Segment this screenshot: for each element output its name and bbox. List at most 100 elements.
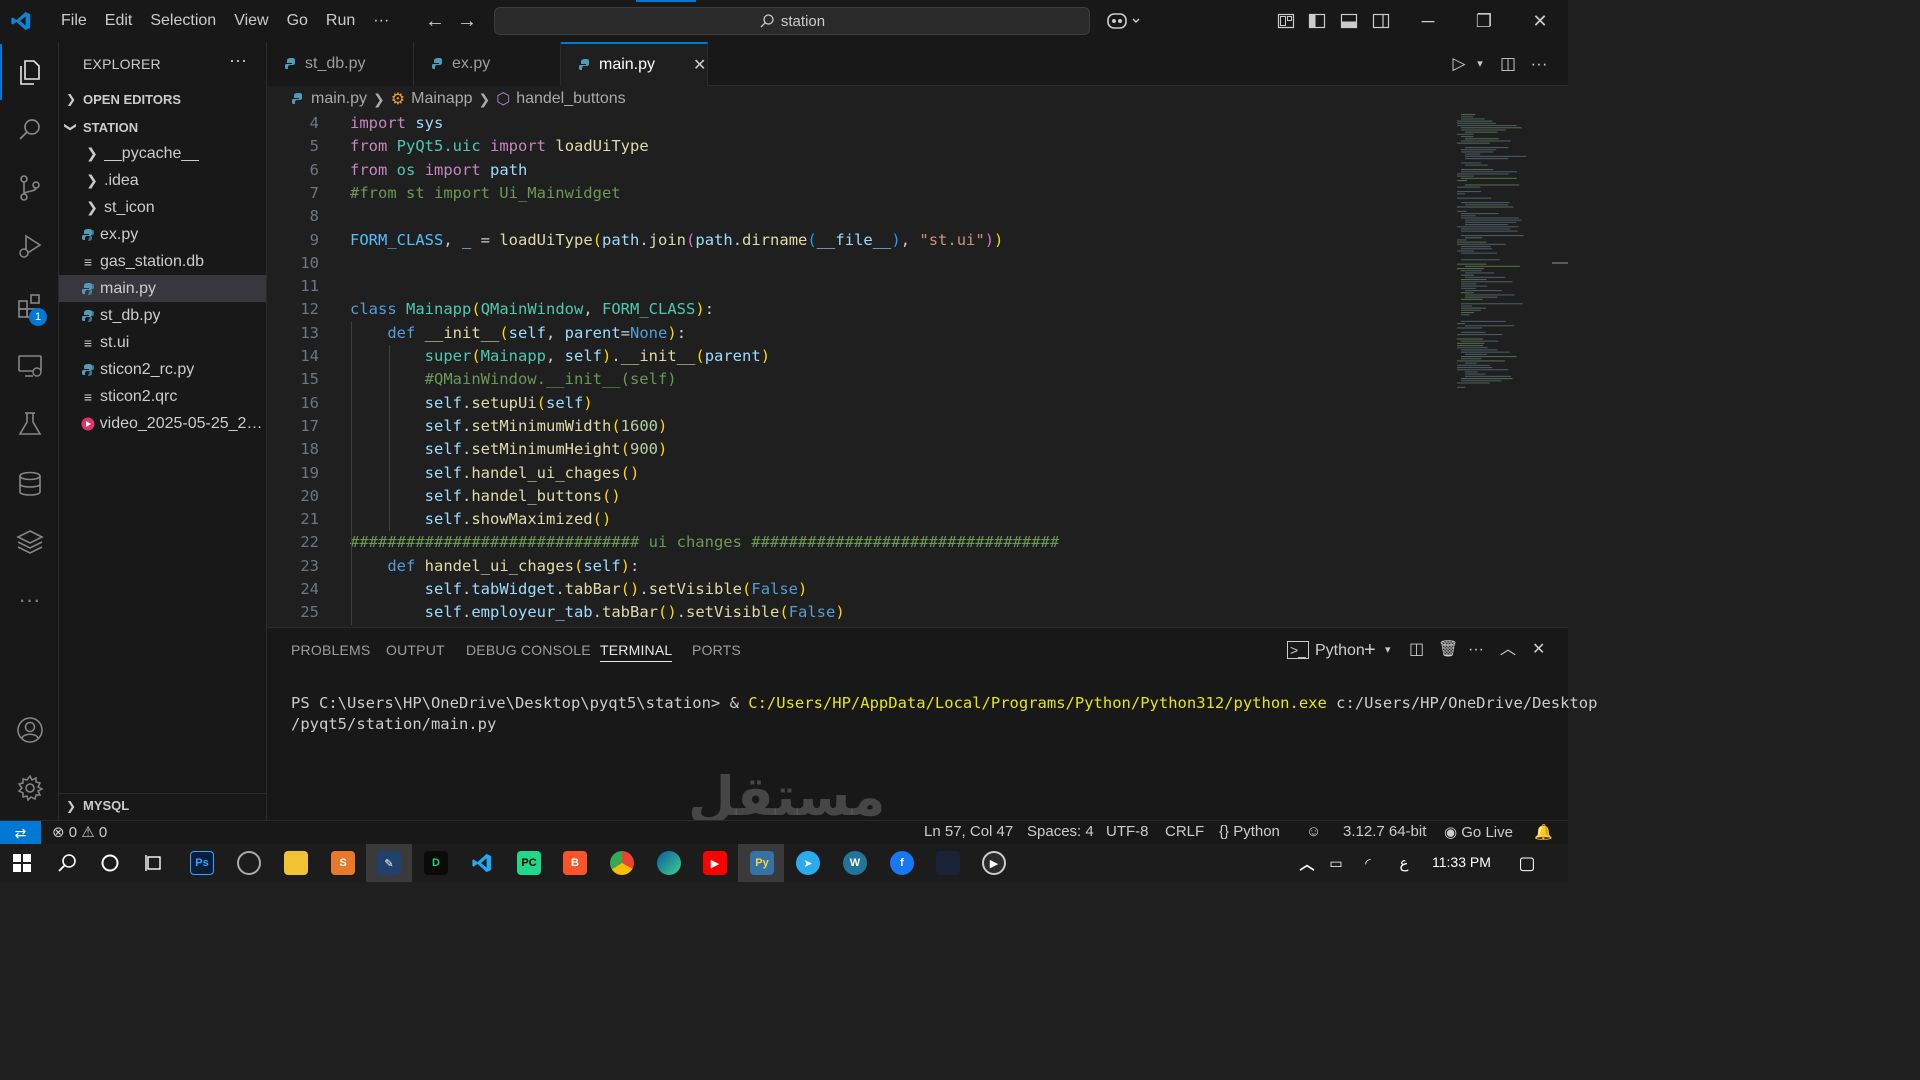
open-editors-section[interactable]: ❯ OPEN EDITORS bbox=[59, 87, 266, 111]
trash-icon[interactable]: 🗑 bbox=[1438, 640, 1458, 660]
close-icon[interactable]: ✕ bbox=[693, 55, 706, 75]
chevron-up-icon[interactable]: ︿ bbox=[1295, 851, 1319, 875]
code-editor[interactable]: 4 import sys 5 from PyQt5.uic import loadUi… bbox=[267, 112, 1568, 627]
code-line[interactable]: 4 import sys bbox=[267, 112, 1452, 135]
extensions-icon[interactable] bbox=[0, 278, 59, 334]
menu-selection[interactable]: Selection bbox=[141, 0, 225, 42]
chromium-icon[interactable] bbox=[237, 851, 261, 875]
code-line[interactable]: 9 FORM_CLASS, _ = loadUiType(path.join(pa… bbox=[267, 229, 1452, 252]
code-line[interactable]: 16 self.setupUi(self) bbox=[267, 392, 1452, 415]
tab-main-py[interactable]: main.py ✕ bbox=[561, 42, 708, 86]
tree-item-sticon2-rc-py[interactable]: sticon2_rc.py bbox=[59, 356, 266, 383]
menu-view[interactable]: View bbox=[225, 0, 277, 42]
settings-gear-icon[interactable] bbox=[0, 760, 59, 816]
tab-ex-py[interactable]: ex.py bbox=[414, 42, 561, 86]
run-file-icon[interactable]: ▷ bbox=[1449, 54, 1469, 74]
tab-terminal[interactable]: TERMINAL bbox=[600, 642, 673, 662]
code-line[interactable]: 17 self.setMinimumWidth(1600) bbox=[267, 415, 1452, 438]
window-app-icon[interactable] bbox=[936, 851, 960, 875]
toggle-panel-icon[interactable] bbox=[1340, 12, 1358, 30]
problems-status[interactable]: ⊗ 0 ⚠ 0 bbox=[52, 823, 107, 841]
tree-item-st-ui[interactable]: ≡ st.ui bbox=[59, 329, 266, 356]
notifications-bell-icon[interactable]: 🔔 bbox=[1534, 823, 1553, 841]
menu-go[interactable]: Go bbox=[278, 0, 317, 42]
code-line[interactable]: 11 bbox=[267, 275, 1452, 298]
copilot-status-icon[interactable]: ☺ bbox=[1306, 823, 1321, 840]
chevron-down-icon[interactable]: ▾ bbox=[1385, 640, 1391, 660]
close-panel-icon[interactable]: ✕ bbox=[1532, 640, 1545, 660]
indentation[interactable]: Spaces: 4 bbox=[1027, 823, 1094, 840]
more-actions-icon[interactable]: ··· bbox=[1468, 640, 1484, 660]
sublime-icon[interactable]: S bbox=[331, 851, 355, 875]
layers-icon[interactable] bbox=[0, 514, 59, 570]
copilot-icon[interactable] bbox=[1106, 11, 1146, 31]
customize-layout-icon[interactable] bbox=[1277, 12, 1295, 30]
menu-more[interactable]: ··· bbox=[364, 0, 398, 42]
back-arrow-icon[interactable]: ← bbox=[424, 10, 446, 32]
code-line[interactable]: 14 super(Mainapp, self).__init__(parent) bbox=[267, 345, 1452, 368]
chevron-down-icon[interactable]: ▾ bbox=[1470, 54, 1490, 74]
tree-item-gas-station-db[interactable]: ≡ gas_station.db bbox=[59, 248, 266, 275]
forward-arrow-icon[interactable]: → bbox=[456, 10, 478, 32]
code-line[interactable]: 12 class Mainapp(QMainWindow, FORM_CLASS)… bbox=[267, 298, 1452, 321]
tree-item-st-db-py[interactable]: st_db.py bbox=[59, 302, 266, 329]
facebook-icon[interactable]: f bbox=[890, 851, 914, 875]
tree-item-pycache[interactable]: ❯ __pycache__ bbox=[59, 140, 266, 167]
menu-edit[interactable]: Edit bbox=[96, 0, 142, 42]
task-view-icon[interactable] bbox=[142, 851, 166, 875]
tree-item-video[interactable]: video_2025-05-25_22... bbox=[59, 410, 266, 437]
clock[interactable]: 11:33 PM bbox=[1432, 854, 1491, 870]
go-live-button[interactable]: ◉ Go Live bbox=[1444, 823, 1513, 841]
telegram-icon[interactable]: ➤ bbox=[796, 851, 820, 875]
search-icon[interactable] bbox=[55, 851, 79, 875]
scrollbar-marker[interactable] bbox=[1552, 262, 1568, 264]
cursor-position[interactable]: Ln 57, Col 47 bbox=[924, 823, 1013, 840]
terminal-line-2[interactable]: /pyqt5/station/main.py bbox=[291, 715, 496, 733]
tree-item-main-py[interactable]: main.py bbox=[59, 275, 266, 302]
vscode-taskbar-icon[interactable] bbox=[470, 851, 494, 875]
code-line[interactable]: 13 def __init__(self, parent=None): bbox=[267, 322, 1452, 345]
tree-item-sticon2-qrc[interactable]: ≡ sticon2.qrc bbox=[59, 383, 266, 410]
code-line[interactable]: 8 bbox=[267, 205, 1452, 228]
minimap[interactable] bbox=[1452, 112, 1552, 627]
search-icon[interactable] bbox=[0, 102, 59, 158]
chrome-icon[interactable] bbox=[610, 851, 634, 875]
minimize-button[interactable]: ─ bbox=[1400, 0, 1456, 42]
encoding[interactable]: UTF-8 bbox=[1106, 823, 1149, 840]
more-views-icon[interactable]: ··· bbox=[0, 572, 59, 628]
more-actions-icon[interactable]: ··· bbox=[1529, 54, 1549, 74]
terminal-profile[interactable]: >_ Python bbox=[1287, 640, 1365, 660]
maximize-panel-icon[interactable]: ︿ bbox=[1500, 640, 1516, 660]
code-line[interactable]: 21 self.showMaximized() bbox=[267, 508, 1452, 531]
tree-item-ex-py[interactable]: ex.py bbox=[59, 221, 266, 248]
code-line[interactable]: 22 ############################### ui cha… bbox=[267, 531, 1452, 554]
explorer-more-icon[interactable]: ··· bbox=[229, 50, 247, 71]
testing-icon[interactable] bbox=[0, 396, 59, 452]
wordpress-icon[interactable]: W bbox=[843, 851, 867, 875]
cortana-icon[interactable] bbox=[98, 851, 122, 875]
toggle-sidebar-icon[interactable] bbox=[1308, 12, 1326, 30]
tab-ports[interactable]: PORTS bbox=[692, 642, 741, 658]
close-window-button[interactable]: ✕ bbox=[1512, 0, 1568, 42]
code-line[interactable]: 6 from os import path bbox=[267, 159, 1452, 182]
tree-item-st-icon[interactable]: ❯ st_icon bbox=[59, 194, 266, 221]
run-debug-icon[interactable] bbox=[0, 218, 59, 274]
youtube-icon[interactable]: ▶ bbox=[703, 851, 727, 875]
code-line[interactable]: 10 bbox=[267, 252, 1452, 275]
breadcrumb-method[interactable]: handel_buttons bbox=[516, 90, 625, 108]
split-terminal-icon[interactable]: ◫ bbox=[1409, 640, 1424, 660]
source-control-icon[interactable] bbox=[0, 160, 59, 216]
menu-file[interactable]: File bbox=[52, 0, 96, 42]
media-player-icon[interactable]: ▶ bbox=[982, 851, 1006, 875]
windows-start-icon[interactable] bbox=[10, 851, 34, 875]
dev-tool-icon[interactable]: D bbox=[424, 851, 448, 875]
code-line[interactable]: 20 self.handel_buttons() bbox=[267, 485, 1452, 508]
code-line[interactable]: 23 def handel_ui_chages(self): bbox=[267, 555, 1452, 578]
tree-item-idea[interactable]: ❯ .idea bbox=[59, 167, 266, 194]
tab-st-db-py[interactable]: st_db.py bbox=[267, 42, 414, 86]
menu-run[interactable]: Run bbox=[317, 0, 364, 42]
code-line[interactable]: 25 self.employeur_tab.tabBar().setVisibl… bbox=[267, 601, 1452, 624]
brave-icon[interactable]: B bbox=[563, 851, 587, 875]
notification-center-icon[interactable]: ▢ bbox=[1515, 851, 1539, 875]
tab-debug-console[interactable]: DEBUG CONSOLE bbox=[466, 642, 591, 658]
